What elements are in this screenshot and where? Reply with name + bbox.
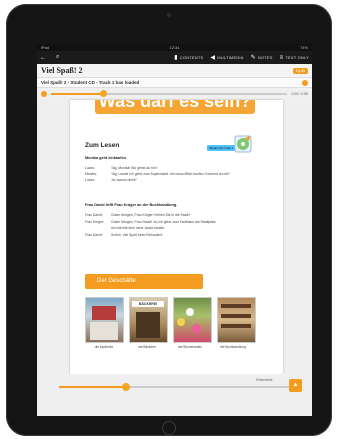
audio-progress-row: 0:00 / 0:58: [37, 88, 312, 99]
cd-icon[interactable]: [234, 135, 252, 153]
status-bar: iPad 12:34 74%: [37, 44, 312, 51]
search-icon[interactable]: ⌕: [56, 54, 59, 61]
dialogue-text: Guten Morgen, Frau David! Ja, ich gehe z…: [111, 220, 217, 224]
audio-status-text: Viel Spaß! 2 - Student CD - Track 1 has …: [41, 80, 140, 85]
dialogue-text: Tag, Monika! Wo gehst du hin?: [111, 166, 158, 170]
close-audio-icon[interactable]: [302, 79, 308, 86]
play-icon[interactable]: [41, 90, 47, 97]
speaker-name: Lukas:: [85, 166, 95, 170]
status-left: iPad: [41, 45, 50, 50]
speaker-name: Frau Krüger:: [85, 220, 105, 224]
page-scrubber-fill: [59, 386, 127, 388]
bookstore-photo: [217, 297, 256, 343]
shop-photos: BÄCKEREI: [85, 297, 256, 343]
page-nav-label: Seitenleiste: [256, 378, 273, 382]
dialogue-line: Lukas: Tag, Monika! Wo gehst du hin?: [85, 166, 158, 170]
flower-shop-photo: [173, 297, 212, 343]
contents-label: CONTENTS: [179, 55, 204, 60]
book-page: Was darf es sein? Zum Lesen Student CD T…: [70, 100, 283, 374]
tablet-frame: iPad 12:34 74% ← ⌕ ▮ CONTENTS ◀ MULTIMED…: [6, 4, 332, 436]
caption-bookstore: die Buchhandlung: [220, 345, 246, 349]
caption-flower-shop: der Blumenladen: [177, 345, 203, 349]
notes-label: NOTES: [257, 55, 273, 60]
title-bar: Viel Spaß! 2 Pg 85: [37, 64, 312, 78]
status-time: 12:34: [169, 45, 180, 50]
page-navigation-bar: Seitenleiste ▲: [37, 374, 312, 416]
dialogue-line: Ich möchte eine neue Jacke kaufen.: [85, 226, 165, 230]
text-icon: ≡: [279, 54, 284, 61]
reading-subheading-2: Frau David trifft Frau Krüger an der Buc…: [85, 203, 178, 207]
speaker-name: [85, 226, 111, 230]
contents-button[interactable]: ▮ CONTENTS: [174, 54, 203, 61]
text-only-button[interactable]: ≡ TEXT ONLY: [280, 55, 309, 61]
photo-captions: die Apotheke die Bäckerei der Blumenlade…: [85, 345, 252, 349]
pharmacy-photo: [85, 297, 124, 343]
audio-progress-handle[interactable]: [100, 89, 108, 97]
audio-progress-track[interactable]: [51, 89, 288, 97]
app-screen: iPad 12:34 74% ← ⌕ ▮ CONTENTS ◀ MULTIMED…: [37, 44, 312, 416]
book-title: Viel Spaß! 2: [41, 66, 83, 75]
book-icon: ▮: [174, 55, 178, 61]
bakery-photo: BÄCKEREI: [129, 297, 168, 343]
page-scrubber-handle[interactable]: [122, 383, 131, 391]
caption-bakery: die Bäckerei: [138, 345, 156, 349]
status-battery: 74%: [299, 45, 308, 50]
dialogue-text: Ja, warum nicht?: [111, 178, 137, 182]
audio-time: 0:00 / 0:58: [291, 91, 308, 96]
dialogue-text: Schön. Viel Spaß beim Einkaufen!: [111, 233, 163, 237]
caption-pharmacy: die Apotheke: [94, 345, 114, 349]
speaker-name: Frau David:: [85, 233, 103, 237]
dialogue-line: Lukas: Ja, warum nicht?: [85, 178, 137, 182]
text-only-label: TEXT ONLY: [285, 55, 309, 60]
multimedia-button[interactable]: ◀ MULTIMEDIA: [210, 54, 243, 61]
chapter-banner: Was darf es sein?: [95, 100, 255, 114]
dialogue-line: Frau David: Guten Morgen, Frau Krüger! G…: [85, 213, 190, 217]
reading-subheading-1: Monika geht einkaufen.: [85, 156, 127, 160]
dialogue-text: Guten Morgen, Frau Krüger! Gehen Sie in …: [111, 213, 191, 217]
speaker-name: Monika:: [85, 172, 97, 176]
speaker-name: Frau David:: [85, 213, 103, 217]
dialogue-text: Ich möchte eine neue Jacke kaufen.: [111, 226, 166, 230]
dialogue-line: Frau Krüger: Guten Morgen, Frau David! J…: [85, 220, 217, 224]
app-toolbar: ← ⌕ ▮ CONTENTS ◀ MULTIMEDIA ✎ NOTES ≡ TE…: [37, 51, 312, 64]
section-ribbon: Der Geschäfte: [85, 274, 203, 289]
dialogue-text: Tag, Lukas! Ich gehe zum Supermarkt. Ich…: [111, 172, 230, 176]
camera-icon: [167, 13, 171, 17]
audio-track-badge[interactable]: Student CD Track 1: [207, 145, 236, 151]
section-heading: Zum Lesen: [85, 142, 120, 149]
home-button[interactable]: [162, 421, 176, 435]
speaker-name: Lukas:: [85, 178, 95, 182]
page-button[interactable]: Pg 85: [292, 67, 308, 74]
dialogue-line: Frau David: Schön. Viel Spaß beim Einkau…: [85, 233, 162, 237]
page-scrubber-track[interactable]: [59, 383, 299, 391]
pencil-icon: ✎: [250, 55, 256, 61]
audio-progress-fill: [51, 92, 104, 95]
bakery-sign: BÄCKEREI: [132, 301, 164, 307]
arrow-up-icon[interactable]: ▲: [289, 379, 302, 392]
audio-status-bar: Viel Spaß! 2 - Student CD - Track 1 has …: [37, 78, 312, 88]
back-arrow-icon[interactable]: ←: [40, 55, 46, 61]
notes-button[interactable]: ✎ NOTES: [251, 54, 273, 61]
dialogue-line: Monika: Tag, Lukas! Ich gehe zum Superma…: [85, 172, 271, 176]
multimedia-label: MULTIMEDIA: [217, 55, 244, 60]
speaker-icon: ◀: [210, 55, 216, 61]
